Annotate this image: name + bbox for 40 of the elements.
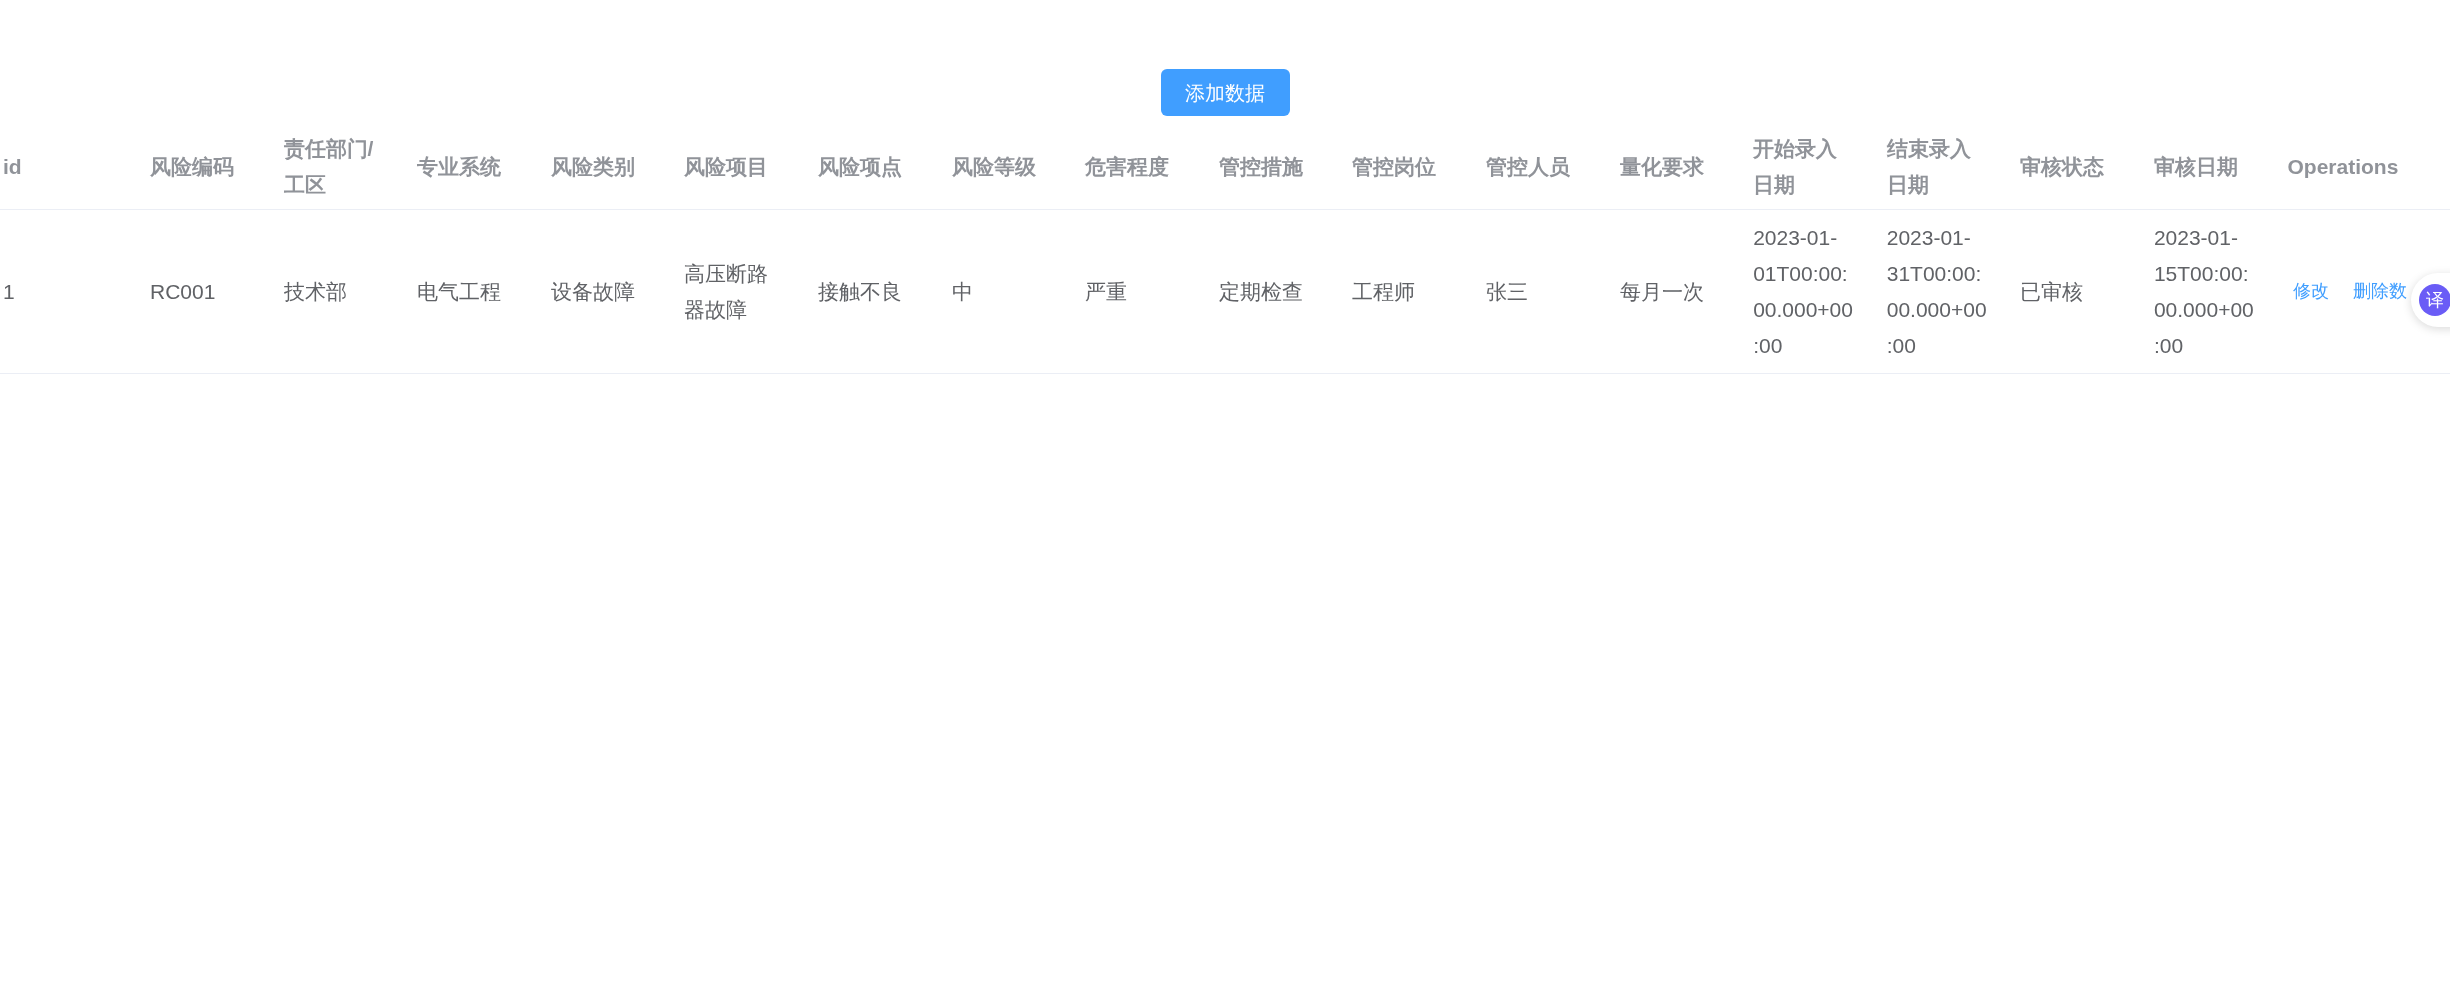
table-cell-text: 严重 (1085, 278, 1129, 305)
table-cell-text: 接触不良 (817, 278, 903, 305)
table-cell-text: 每月一次 (1619, 278, 1705, 305)
add-data-button[interactable]: 添加数据 (1160, 69, 1290, 116)
table-cell-text: 定期检查 (1218, 278, 1304, 305)
table-cell-text: 技术部 (283, 278, 348, 305)
column-header: Operations (2287, 154, 2400, 180)
column-header: 风险类别 (550, 154, 636, 180)
table-cell-text: RC001 (150, 278, 217, 305)
floating-widget[interactable]: 译 (2411, 273, 2450, 327)
table-cell-text: 中 (951, 278, 974, 305)
column-header: 管控人员 (1485, 154, 1571, 180)
column-header: 风险项点 (817, 154, 903, 180)
table-cell-text: 已审核 (2020, 278, 2085, 305)
translate-badge: 译 (2419, 284, 2450, 316)
column-header: 风险编码 (150, 154, 235, 180)
column-header: 管控岗位 (1352, 154, 1438, 180)
column-header: 结束录入日期 (1886, 136, 1972, 198)
column-header: 责任部门/工区 (283, 136, 375, 198)
column-header: 量化要求 (1619, 154, 1705, 180)
column-header: id (3, 154, 23, 180)
table-cell-text: 高压断路器故障 (684, 260, 770, 323)
column-header: 审核日期 (2153, 154, 2239, 180)
column-header: 专业系统 (417, 154, 503, 180)
table-cell-text: 2023-01-31T00:00:00.000+00:00 (1886, 224, 1988, 359)
column-header: 风险等级 (951, 154, 1037, 180)
column-header: 风险项目 (684, 154, 770, 180)
table-cell-text: 电气工程 (417, 278, 503, 305)
table-cell-text: 设备故障 (550, 278, 636, 305)
column-header: 审核状态 (2020, 154, 2106, 180)
column-header: 危害程度 (1085, 154, 1171, 180)
table-cell-text: 张三 (1485, 278, 1529, 305)
table-cell-text: 2023-01-01T00:00:00.000+00:00 (1753, 224, 1854, 359)
delete-link[interactable]: 删除数 (2352, 278, 2407, 305)
column-header: 管控措施 (1218, 154, 1304, 180)
table-cell-text: 2023-01-15T00:00:00.000+00:00 (2153, 224, 2255, 359)
table-cell-text: 工程师 (1352, 278, 1417, 305)
column-header: 开始录入日期 (1753, 136, 1839, 198)
edit-link[interactable]: 修改 (2292, 278, 2329, 305)
table-cell-text: 1 (3, 278, 16, 305)
